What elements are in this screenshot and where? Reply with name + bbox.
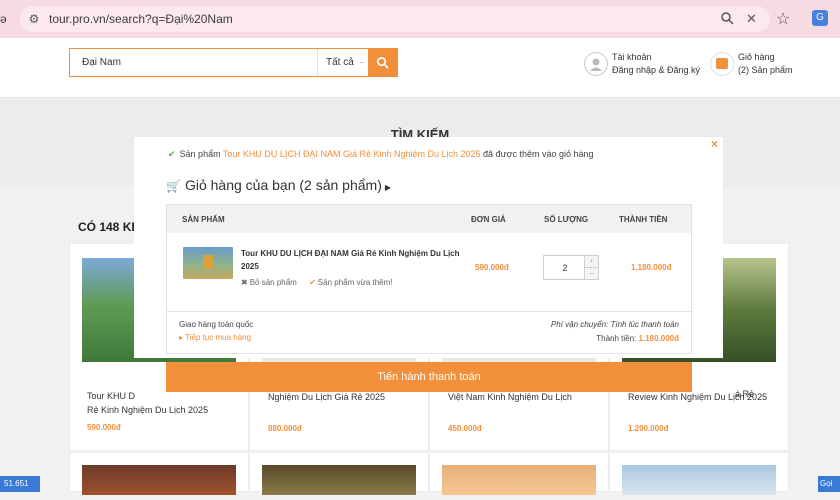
added-label: Sản phẩm vừa thêm! [317,278,393,287]
cart-heading-text: Giỏ hàng của bạn (2 sản phẩm) [184,177,382,193]
caret-right-icon: ▶ [384,183,392,192]
table-header: SẢN PHẨM ĐƠN GIÁ SỐ LƯỢNG THÀNH TIỀN [167,205,691,233]
check-icon: ✔ [309,278,316,287]
window-edge: ə [0,12,7,26]
product-card[interactable] [429,452,609,495]
subtotal-value: 1.180.000đ [638,334,679,343]
gate-shape [203,255,213,269]
cart-title: Giỏ hàng [738,52,775,62]
category-select[interactable]: Tất cả – [317,49,369,76]
divider [167,311,691,312]
cart-item-name[interactable]: Tour KHU DU LỊCH ĐẠI NAM Giá Rẻ Kinh Ngh… [241,247,466,273]
quantity-stepper[interactable]: 2 + – [543,255,599,280]
product-price: 590.000đ [87,423,121,432]
col-quantity: SỐ LƯỢNG [544,215,589,224]
notice-product-link[interactable]: Tour KHU DU LỊCH ĐẠI NAM Giá Rẻ Kinh Ngh… [223,149,481,159]
chevron-down-icon: – [359,58,365,67]
remove-item-link[interactable]: Bỏ sản phẩm [250,278,297,287]
cart-icon: 🛒 [166,179,181,193]
shopping-bag-icon [716,58,728,69]
results-count: CÓ 148 KẾ [78,220,140,234]
hotline-tag[interactable]: 51.651 [0,476,40,492]
product-name-suffix: á Rẻ [735,389,755,399]
subtotal: Thành tiền: 1.180.000đ [596,334,679,343]
col-product: SẢN PHẨM [182,215,225,224]
product-image [82,465,236,495]
translate-icon[interactable]: G [812,10,828,26]
category-label: Tất cả [326,57,354,68]
product-price: 450.000đ [448,424,482,433]
added-notice: ✔ Sản phẩm Tour KHU DU LỊCH ĐẠI NAM Giá R… [168,149,594,160]
call-tag[interactable]: Gọi [818,476,840,492]
col-total: THÀNH TIỀN [619,215,668,224]
product-name[interactable]: Nghiệm Du Lịch Giá Rẻ 2025 [268,390,428,404]
notice-suffix: đã được thêm vào giỏ hàng [483,149,594,159]
search-icon [377,57,389,69]
cart-modal: × ✔ Sản phẩm Tour KHU DU LỊCH ĐẠI NAM Giá… [134,137,723,358]
user-icon [584,52,608,76]
cart-item-total: 1.180.000đ [631,263,672,272]
increment-icon[interactable]: + [584,256,598,268]
bookmark-star-icon[interactable]: ☆ [776,9,790,29]
browser-toolbar: ə ⚙ tour.pro.vn/search?q=Đại%20Nam ✕ ☆ G [0,0,840,38]
notice-prefix: Sản phẩm [179,149,221,159]
search-input[interactable]: Đại Nam [82,57,121,68]
product-price: 880.000đ [268,424,302,433]
account-title: Tài khoản [612,52,652,62]
continue-shopping-link[interactable]: ▸ Tiếp tục mua hàng [179,333,251,342]
decrement-icon[interactable]: – [584,268,598,279]
product-card[interactable] [69,452,249,495]
cart-count: (2) Sản phẩm [738,65,793,75]
close-icon[interactable]: × [711,137,718,151]
remove-icon[interactable]: ✖ [241,278,248,287]
cart-item-actions: ✖ Bỏ sản phẩm ✔ Sản phẩm vừa thêm! [241,278,393,287]
account-subtitle[interactable]: Đăng nhập & Đăng ký [612,65,700,75]
product-image [442,465,596,495]
shipping-fee: Phí vận chuyển: Tính lúc thanh toán [550,320,679,329]
cart-heading: 🛒 Giỏ hàng của bạn (2 sản phẩm) ▶ [166,177,391,193]
subtotal-label: Thành tiền: [596,334,637,343]
cart-table: SẢN PHẨM ĐƠN GIÁ SỐ LƯỢNG THÀNH TIỀN Tou… [166,204,692,354]
product-name[interactable]: Tour KHU D Rẻ Kinh Nghiệm Du Lịch 2025 [87,389,247,417]
zoom-icon[interactable] [720,11,736,27]
checkout-button[interactable]: Tiến hành thanh toán [166,362,692,392]
site-header: Đại Nam Tất cả – Tài khoản Đăng nhập & Đă… [0,38,840,98]
continue-label: Tiếp tục mua hàng [185,333,252,342]
shipping-note: Giao hàng toàn quốc [179,320,254,329]
search-button[interactable] [368,48,397,77]
site-info-icon[interactable]: ⚙ [26,11,42,27]
search-box: Đại Nam Tất cả – [69,48,398,77]
cart-item-unit-price: 590.000đ [475,263,509,272]
product-card[interactable] [609,452,789,495]
product-image [262,465,416,495]
product-name[interactable]: Việt Nam Kinh Nghiệm Du Lịch [448,390,608,404]
url-text[interactable]: tour.pro.vn/search?q=Đại%20Nam [49,12,233,26]
cart-item-image[interactable] [183,247,233,279]
quantity-input[interactable]: 2 [544,263,586,273]
check-icon: ✔ [168,149,176,159]
product-card[interactable] [249,452,429,495]
product-image [622,465,776,495]
col-unit-price: ĐƠN GIÁ [471,215,506,224]
share-icon[interactable]: ✕ [746,11,757,27]
